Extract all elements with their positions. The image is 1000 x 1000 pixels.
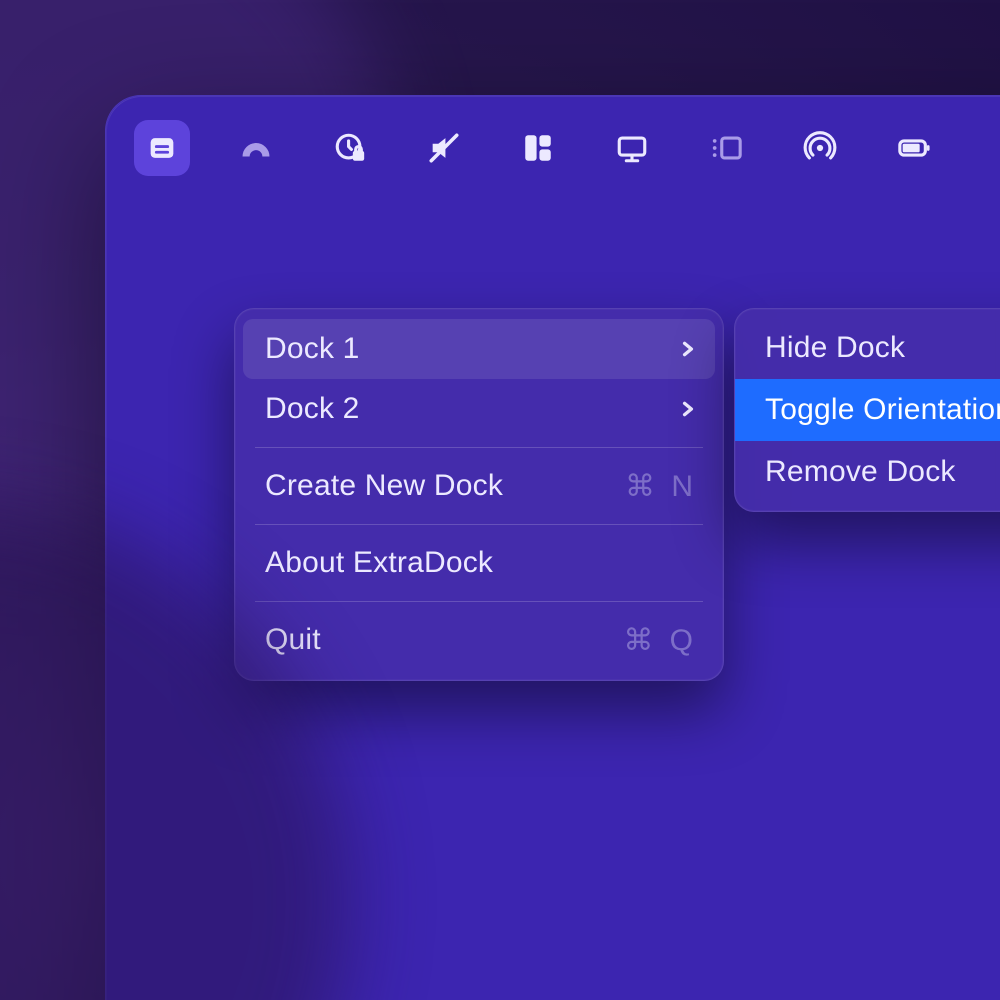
menu-item-label: Toggle Orientation xyxy=(765,393,1000,427)
menu-item-label: Quit xyxy=(265,623,321,657)
menu-item-label: Dock 2 xyxy=(265,392,360,426)
app-window: Dock 1 Dock 2 Create New Dock ⌘ N About … xyxy=(105,95,1000,1000)
submenu-item-toggle-orientation[interactable]: Toggle Orientation xyxy=(735,379,1000,441)
menu-item-create-dock[interactable]: Create New Dock ⌘ N xyxy=(235,456,723,516)
mute-icon[interactable] xyxy=(416,120,472,176)
chevron-right-icon xyxy=(679,400,697,418)
menu-shortcut: ⌘ N xyxy=(625,469,697,504)
menu-item-dock-2[interactable]: Dock 2 xyxy=(235,379,723,439)
display-icon[interactable] xyxy=(604,120,660,176)
control-center-icon[interactable] xyxy=(510,120,566,176)
menu-item-label: Remove Dock xyxy=(765,455,956,489)
menu-item-dock-1[interactable]: Dock 1 xyxy=(243,319,715,379)
menu-item-label: About ExtraDock xyxy=(265,546,493,580)
menu-separator xyxy=(255,447,703,448)
extradock-menu: Dock 1 Dock 2 Create New Dock ⌘ N About … xyxy=(234,308,724,681)
menu-item-quit[interactable]: Quit ⌘ Q xyxy=(235,610,723,670)
battery-icon[interactable] xyxy=(886,120,942,176)
menu-item-about[interactable]: About ExtraDock xyxy=(235,533,723,593)
menubar xyxy=(134,120,1000,176)
submenu-item-remove-dock[interactable]: Remove Dock xyxy=(735,441,1000,503)
sidecar-icon[interactable] xyxy=(698,120,754,176)
menu-item-label: Dock 1 xyxy=(265,332,360,366)
menu-separator xyxy=(255,601,703,602)
menu-item-label: Create New Dock xyxy=(265,469,503,503)
airdrop-icon[interactable] xyxy=(792,120,848,176)
menubar-extradock-icon[interactable] xyxy=(134,120,190,176)
vpn-arch-icon[interactable] xyxy=(228,120,284,176)
submenu-item-hide-dock[interactable]: Hide Dock xyxy=(735,317,1000,379)
menu-separator xyxy=(255,524,703,525)
menu-item-label: Hide Dock xyxy=(765,331,905,365)
dock-submenu: Hide Dock Toggle Orientation Remove Dock xyxy=(734,308,1000,512)
chevron-right-icon xyxy=(679,340,697,358)
menu-shortcut: ⌘ Q xyxy=(623,623,697,658)
clock-lock-icon[interactable] xyxy=(322,120,378,176)
